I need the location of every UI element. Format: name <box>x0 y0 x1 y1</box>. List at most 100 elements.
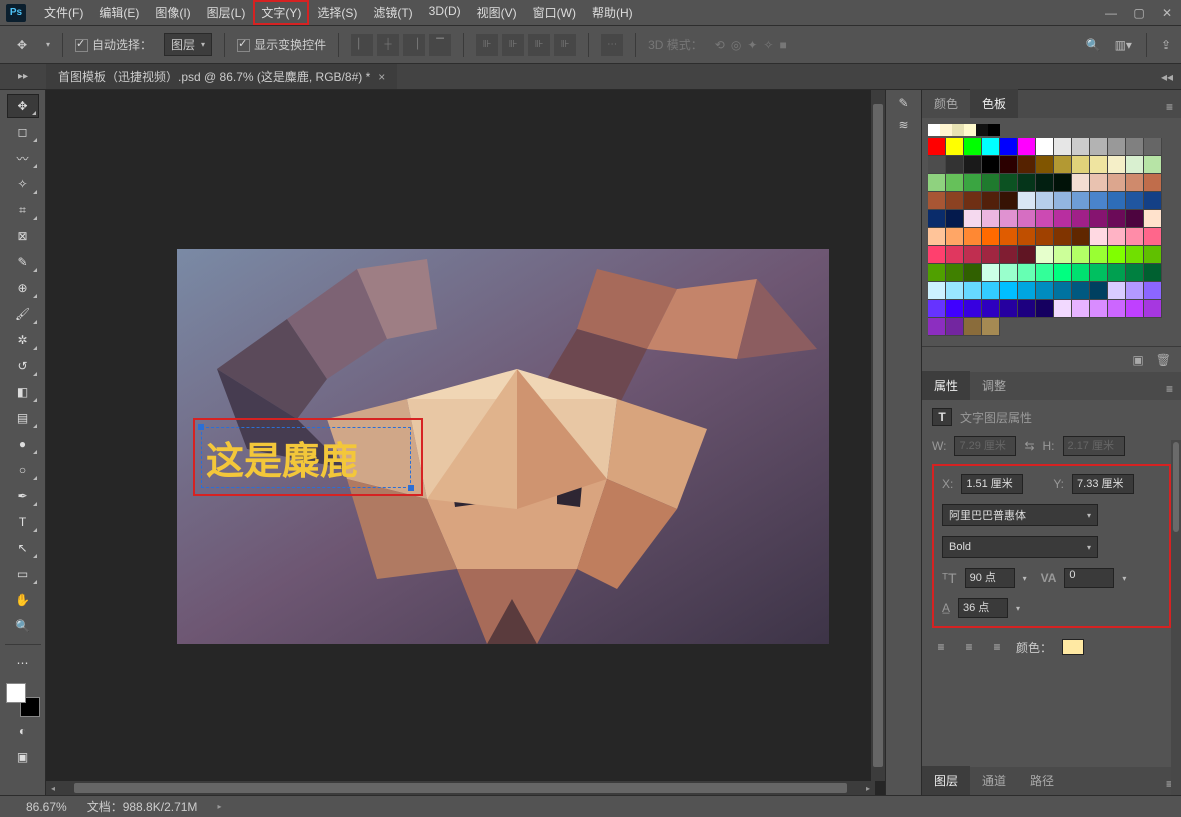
recent-swatch[interactable] <box>964 124 976 136</box>
tool-magic-wand[interactable]: ✧ <box>7 172 39 196</box>
swatch[interactable] <box>946 138 964 156</box>
menu-3D(D)[interactable]: 3D(D) <box>421 0 469 25</box>
properties-menu-icon[interactable]: ≡ <box>1158 378 1181 400</box>
swatch[interactable] <box>982 228 1000 246</box>
font-size-input[interactable]: 90 点 <box>965 568 1015 588</box>
swatch[interactable] <box>1108 228 1126 246</box>
swatch[interactable] <box>1054 210 1072 228</box>
swatch[interactable] <box>1144 210 1162 228</box>
vertical-scrollbar[interactable] <box>871 90 885 781</box>
swatch[interactable] <box>928 156 946 174</box>
swatch[interactable] <box>1144 138 1162 156</box>
foreground-color-chip[interactable] <box>6 683 26 703</box>
swatch[interactable] <box>1000 174 1018 192</box>
share-icon[interactable]: ⇪ <box>1161 38 1171 52</box>
swatch[interactable] <box>1072 210 1090 228</box>
swatch[interactable] <box>1090 156 1108 174</box>
swatch[interactable] <box>1000 138 1018 156</box>
swatch[interactable] <box>1126 138 1144 156</box>
swatch[interactable] <box>1018 264 1036 282</box>
recent-swatch[interactable] <box>952 124 964 136</box>
recent-swatch[interactable] <box>940 124 952 136</box>
menu-帮助(H)[interactable]: 帮助(H) <box>584 0 641 25</box>
align-right-icon[interactable]: ▕ <box>403 34 425 56</box>
distribute-4-icon[interactable]: ⊪ <box>554 34 576 56</box>
tool-blur[interactable]: ● <box>7 432 39 456</box>
swatch[interactable] <box>946 264 964 282</box>
distribute-1-icon[interactable]: ⊪ <box>476 34 498 56</box>
swatch[interactable] <box>1126 228 1144 246</box>
y-input[interactable]: 7.33 厘米 <box>1072 474 1134 494</box>
new-swatch-icon[interactable]: ▣ <box>1132 353 1143 367</box>
swatch[interactable] <box>1072 192 1090 210</box>
swatch[interactable] <box>928 138 946 156</box>
menu-文件(F)[interactable]: 文件(F) <box>36 0 91 25</box>
swatch[interactable] <box>1108 192 1126 210</box>
minimize-button[interactable]: — <box>1097 2 1125 24</box>
swatch[interactable] <box>1036 156 1054 174</box>
menu-选择(S)[interactable]: 选择(S) <box>309 0 365 25</box>
font-family-select[interactable]: 阿里巴巴普惠体▾ <box>942 504 1098 526</box>
swatch[interactable] <box>1090 300 1108 318</box>
swatch[interactable] <box>1144 156 1162 174</box>
tool-lasso[interactable]: 〰 <box>7 146 39 170</box>
swatch[interactable] <box>1000 192 1018 210</box>
swatch[interactable] <box>1000 210 1018 228</box>
menu-滤镜(T)[interactable]: 滤镜(T) <box>365 0 420 25</box>
swatch[interactable] <box>1090 174 1108 192</box>
auto-select-target[interactable]: 图层▾ <box>164 33 212 56</box>
swatch[interactable] <box>928 264 946 282</box>
show-transform-checkbox[interactable]: 显示变换控件 <box>237 36 326 53</box>
swatch[interactable] <box>964 282 982 300</box>
swatch[interactable] <box>1072 246 1090 264</box>
swatch[interactable] <box>1108 174 1126 192</box>
swatch[interactable] <box>964 318 982 336</box>
swatch[interactable] <box>1090 264 1108 282</box>
swatch[interactable] <box>1018 138 1036 156</box>
swatch[interactable] <box>1108 246 1126 264</box>
tool-type[interactable]: T <box>7 510 39 534</box>
swatch[interactable] <box>1054 228 1072 246</box>
swatch[interactable] <box>964 246 982 264</box>
swatch[interactable] <box>946 228 964 246</box>
menu-编辑(E)[interactable]: 编辑(E) <box>91 0 147 25</box>
maximize-button[interactable]: ▢ <box>1125 2 1153 24</box>
tab-color[interactable]: 颜色 <box>922 89 970 118</box>
tool-healing[interactable]: ⊕ <box>7 276 39 300</box>
menu-视图(V)[interactable]: 视图(V) <box>469 0 525 25</box>
swatch[interactable] <box>1000 228 1018 246</box>
swatch[interactable] <box>1126 282 1144 300</box>
swatch[interactable] <box>1000 300 1018 318</box>
swatch[interactable] <box>982 138 1000 156</box>
swatch[interactable] <box>964 210 982 228</box>
swatch[interactable] <box>1018 228 1036 246</box>
align-more-icon[interactable]: ⋯ <box>601 34 623 56</box>
tool-brush[interactable]: 🖌 <box>7 302 39 326</box>
swatch[interactable] <box>1108 156 1126 174</box>
align-center-h-icon[interactable]: ┼ <box>377 34 399 56</box>
tab-close-icon[interactable]: × <box>378 70 385 84</box>
close-button[interactable]: ✕ <box>1153 2 1181 24</box>
swatch[interactable] <box>1054 192 1072 210</box>
swatch[interactable] <box>982 192 1000 210</box>
tool-marquee[interactable]: ◻ <box>7 120 39 144</box>
swatch[interactable] <box>1036 282 1054 300</box>
swatch[interactable] <box>928 246 946 264</box>
leading-input[interactable]: 36 点 <box>958 598 1008 618</box>
swatch[interactable] <box>1018 246 1036 264</box>
swatch[interactable] <box>1018 210 1036 228</box>
swatch[interactable] <box>1054 246 1072 264</box>
swatch[interactable] <box>946 300 964 318</box>
tool-crop[interactable]: ⌗ <box>7 198 39 222</box>
swatch[interactable] <box>1036 246 1054 264</box>
swatch[interactable] <box>1072 264 1090 282</box>
recent-swatch[interactable] <box>928 124 940 136</box>
swatch[interactable] <box>1126 192 1144 210</box>
swatch[interactable] <box>946 156 964 174</box>
distribute-2-icon[interactable]: ⊪ <box>502 34 524 56</box>
swatch[interactable] <box>964 138 982 156</box>
swatch[interactable] <box>1144 192 1162 210</box>
swatch[interactable] <box>1018 174 1036 192</box>
swatch[interactable] <box>1090 210 1108 228</box>
swatch[interactable] <box>946 318 964 336</box>
